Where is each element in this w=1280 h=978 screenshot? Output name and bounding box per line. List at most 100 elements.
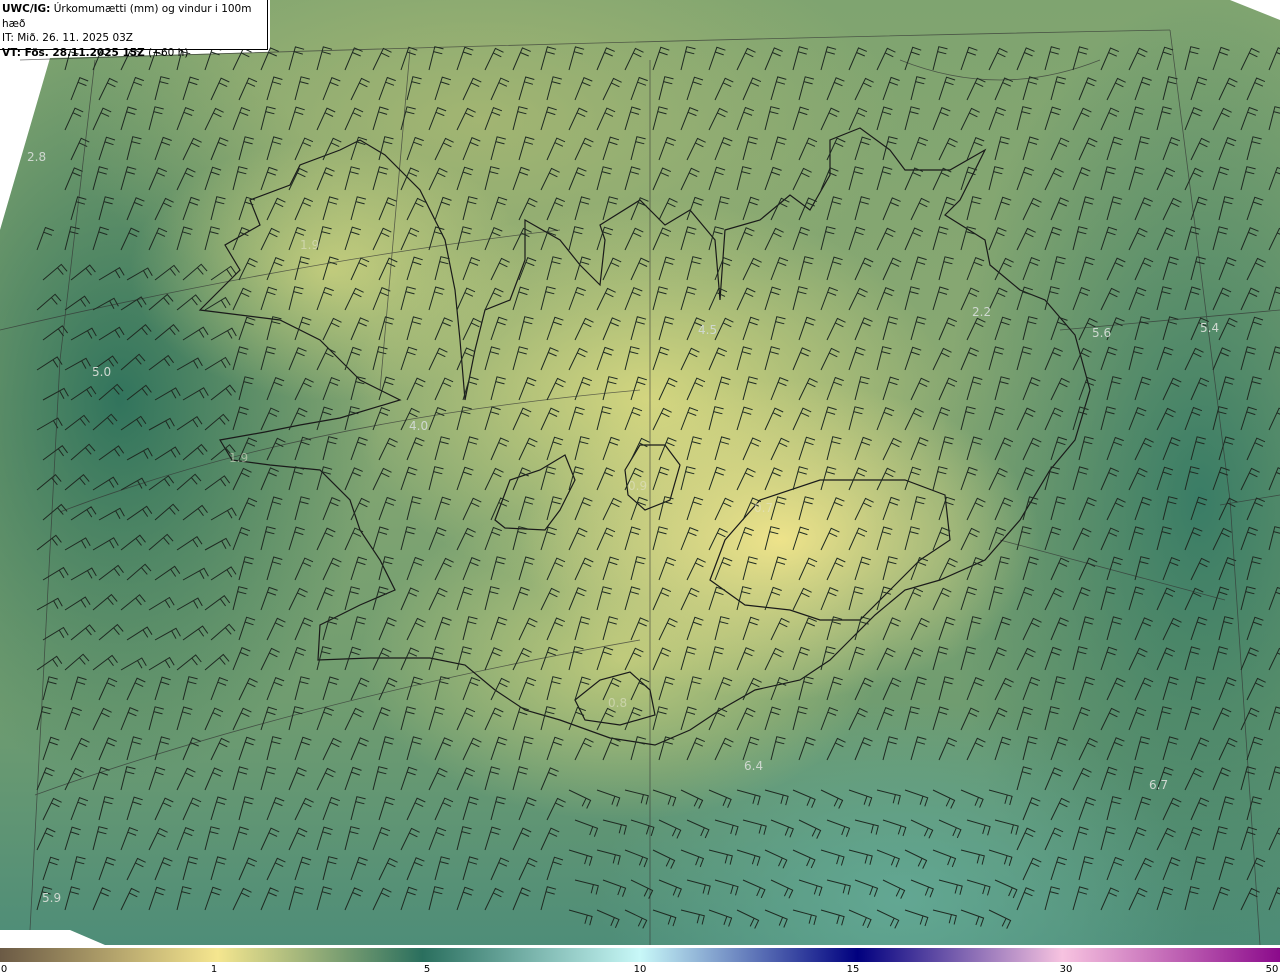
wind-barb: [1128, 706, 1147, 731]
wind-barb: [742, 257, 762, 281]
wind-barb: [322, 856, 338, 881]
wind-barb: [568, 347, 588, 371]
wind-barb: [820, 849, 845, 866]
wind-barb: [372, 227, 392, 251]
wind-barb: [708, 789, 732, 808]
wind-barb: [882, 617, 901, 641]
wind-barb: [428, 587, 448, 611]
wind-barb: [232, 586, 248, 611]
wind-barb: [1134, 857, 1154, 881]
wind-barb: [1156, 526, 1172, 551]
wind-barb: [1106, 616, 1123, 641]
product-code: UWC/IG:: [2, 3, 51, 15]
wind-barb: [742, 196, 760, 221]
wind-barb: [932, 286, 949, 311]
wind-barb: [518, 797, 537, 821]
wind-barb: [960, 646, 977, 671]
wind-barb: [322, 376, 341, 401]
wind-barb: [434, 137, 454, 161]
wind-barb: [960, 909, 985, 927]
wind-barb: [1156, 466, 1174, 491]
wind-barb: [1190, 377, 1210, 401]
wind-barb: [1162, 136, 1181, 161]
wind-barb: [820, 226, 836, 251]
wind-barb: [876, 227, 896, 251]
wind-barb: [568, 46, 585, 71]
wind-barb: [630, 556, 646, 581]
wind-barb: [680, 849, 705, 868]
wind-barb: [456, 166, 474, 191]
wind-barb: [1044, 226, 1062, 251]
wind-barb: [1212, 46, 1230, 71]
wind-barb: [70, 327, 97, 341]
wind-barb: [938, 737, 958, 761]
wind-barb: [1268, 887, 1280, 911]
wind-barb: [350, 796, 366, 821]
wind-barb: [602, 257, 622, 281]
wind-barb: [204, 475, 231, 491]
wind-barb: [484, 586, 500, 611]
wind-barb: [1184, 286, 1201, 311]
wind-barb: [1044, 526, 1062, 551]
wind-barb: [960, 406, 976, 431]
wind-barb: [876, 47, 896, 71]
wind-barb: [988, 707, 1008, 731]
wind-barb: [770, 819, 794, 838]
wind-barb: [204, 107, 224, 131]
wind-barb: [512, 887, 531, 911]
wind-barb: [204, 356, 231, 371]
wind-barb: [260, 227, 280, 251]
wind-barb: [1184, 406, 1203, 431]
wind-barb: [518, 437, 538, 461]
wind-barb: [910, 377, 930, 401]
wind-barb: [260, 407, 280, 431]
wind-barb: [294, 197, 314, 221]
wind-barb: [1016, 467, 1035, 491]
wind-barb: [994, 497, 1014, 521]
wind-barb: [462, 856, 479, 881]
wind-barb: [42, 856, 60, 881]
wind-barb: [1246, 376, 1262, 401]
wind-barb: [602, 616, 619, 641]
wind-barb: [288, 106, 305, 131]
wind-barb: [260, 166, 278, 191]
wind-barb: [238, 616, 256, 641]
wind-barb: [680, 107, 699, 131]
wind-barb: [630, 316, 647, 341]
wind-barb: [764, 526, 780, 551]
wind-barb: [1044, 407, 1064, 431]
wind-barb: [154, 797, 174, 821]
wind-barb: [232, 707, 252, 731]
wind-barb: [882, 819, 907, 837]
wind-barb: [1016, 766, 1033, 791]
wind-barb: [182, 326, 209, 341]
wind-barb: [1218, 77, 1238, 101]
wind-barb: [98, 623, 124, 641]
wind-barb: [210, 676, 229, 701]
wind-barb: [266, 857, 286, 881]
wind-barb: [344, 287, 364, 311]
wind-barb: [260, 647, 280, 671]
wind-barb: [876, 706, 895, 731]
wind-barb: [294, 557, 314, 581]
wind-barb: [1022, 76, 1039, 101]
wind-barb: [316, 226, 332, 251]
wind-barb: [434, 256, 450, 281]
wind-barb: [826, 879, 851, 895]
wind-barb: [652, 706, 668, 731]
wind-barb: [1190, 76, 1208, 101]
wind-barb: [1246, 497, 1265, 521]
wind-barb: [518, 676, 537, 701]
wind-barb: [266, 676, 285, 701]
wind-barb: [652, 346, 670, 371]
wind-barb: [708, 406, 724, 431]
wind-barb: [1128, 887, 1148, 911]
wind-barb: [182, 676, 198, 701]
wind-barb: [154, 676, 171, 701]
wind-barb: [294, 676, 310, 701]
wind-barb: [204, 595, 231, 611]
wind-barb: [1162, 736, 1179, 761]
wind-barb: [64, 537, 91, 551]
wind-barb: [512, 526, 528, 551]
wind-barb: [434, 196, 452, 221]
